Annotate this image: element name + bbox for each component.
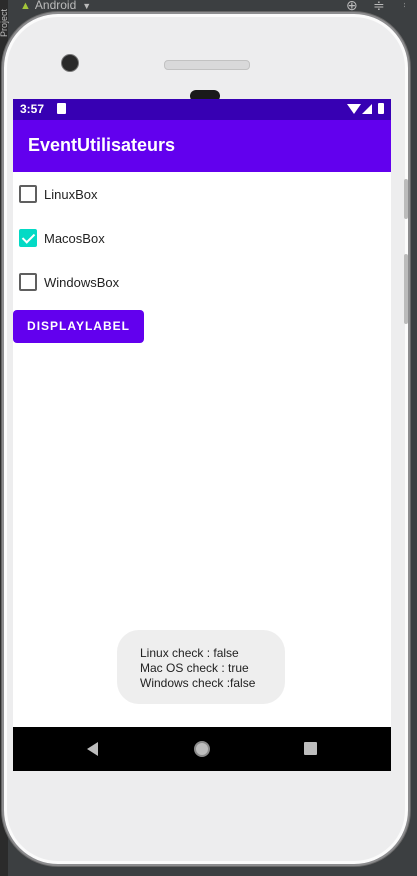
front-camera [61,54,79,72]
device-selector[interactable]: ▲ Android ▼ [20,0,91,12]
status-bar: 3:57 [13,99,391,120]
checkbox-icon[interactable] [19,185,37,203]
toast-line: Windows check :false [140,676,256,690]
android-icon: ▲ [20,0,31,12]
checkbox-macos[interactable]: MacosBox [19,223,105,253]
status-time: 3:57 [20,102,45,116]
chevron-down-icon: ▼ [82,1,92,11]
volume-button[interactable] [404,254,408,324]
toast-line: Mac OS check : true [140,661,249,675]
navigation-bar [13,727,391,771]
checkbox-label: MacosBox [44,230,105,246]
device-screen: 3:57 EventUtilisateurs LinuxBox MacosBox… [13,99,391,771]
checkbox-windows[interactable]: WindowsBox [19,267,119,297]
sd-card-icon [57,103,66,114]
wifi-icon [347,104,361,114]
app-title: EventUtilisateurs [28,135,176,155]
toast-line: Linux check : false [140,646,239,660]
checkbox-icon[interactable] [19,273,37,291]
checkbox-label: LinuxBox [44,186,98,202]
earpiece-speaker [164,60,250,70]
back-icon[interactable] [87,742,98,756]
toast-message: Linux check : false Mac OS check : true … [117,630,285,704]
display-label-button[interactable]: DISPLAYLABEL [13,310,144,343]
power-button[interactable] [404,179,408,219]
project-tab[interactable]: Project [0,9,9,37]
checkbox-checked-icon[interactable] [19,229,37,247]
signal-icon [362,104,372,114]
checkbox-label: WindowsBox [44,274,120,290]
checkbox-linux[interactable]: LinuxBox [19,179,97,209]
adjust-icon[interactable]: ≑ [373,0,385,14]
home-icon[interactable] [194,741,210,757]
device-label: Android [34,0,77,12]
recents-icon[interactable] [304,742,317,755]
battery-icon [378,103,384,114]
app-bar: EventUtilisateurs [13,120,391,172]
